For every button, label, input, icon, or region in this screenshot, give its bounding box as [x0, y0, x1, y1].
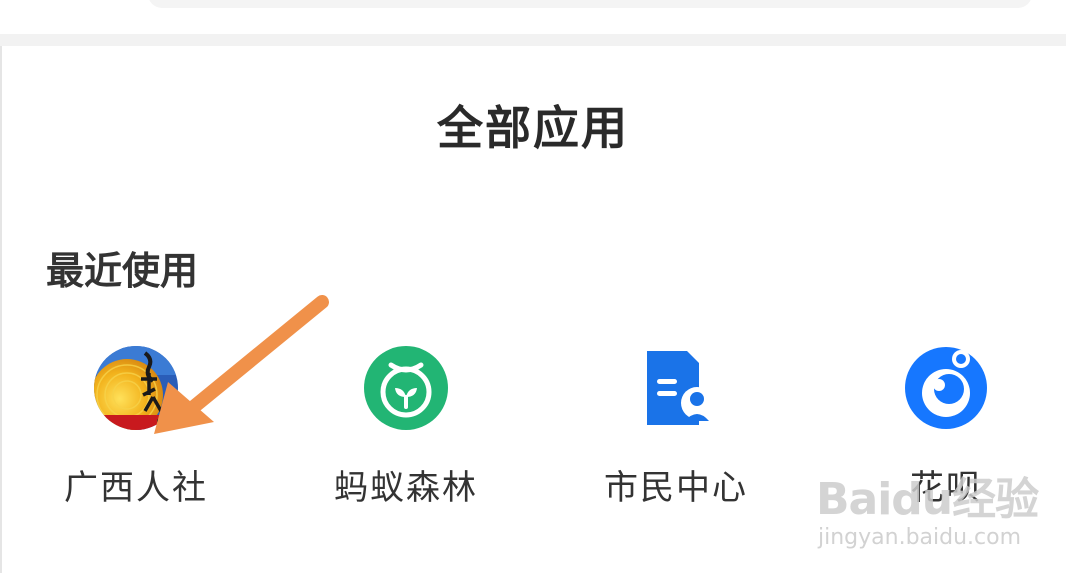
sprout-icon	[364, 346, 448, 430]
search-bar[interactable]	[148, 0, 1032, 8]
app-label: 市民中心	[604, 468, 748, 508]
section-title-recent: 最近使用	[46, 249, 199, 293]
app-label: 广西人社	[64, 468, 208, 508]
app-label: 花呗	[910, 468, 982, 508]
page-title: 全部应用	[437, 101, 629, 155]
app-item-guangxi-renshe[interactable]: 广西人社	[36, 345, 236, 520]
watermark-url: jingyan.baidu.com	[818, 525, 1022, 550]
app-item-ant-forest[interactable]: 蚂蚁森林	[306, 345, 506, 520]
huabei-icon	[905, 347, 987, 429]
app-item-huabei[interactable]: 花呗	[846, 345, 1046, 520]
divider	[0, 34, 1066, 46]
app-item-citizen-center[interactable]: 市民中心	[576, 345, 776, 520]
guangxi-renshe-logo-icon	[94, 346, 178, 430]
citizen-document-icon	[647, 351, 713, 425]
app-label: 蚂蚁森林	[334, 468, 478, 508]
